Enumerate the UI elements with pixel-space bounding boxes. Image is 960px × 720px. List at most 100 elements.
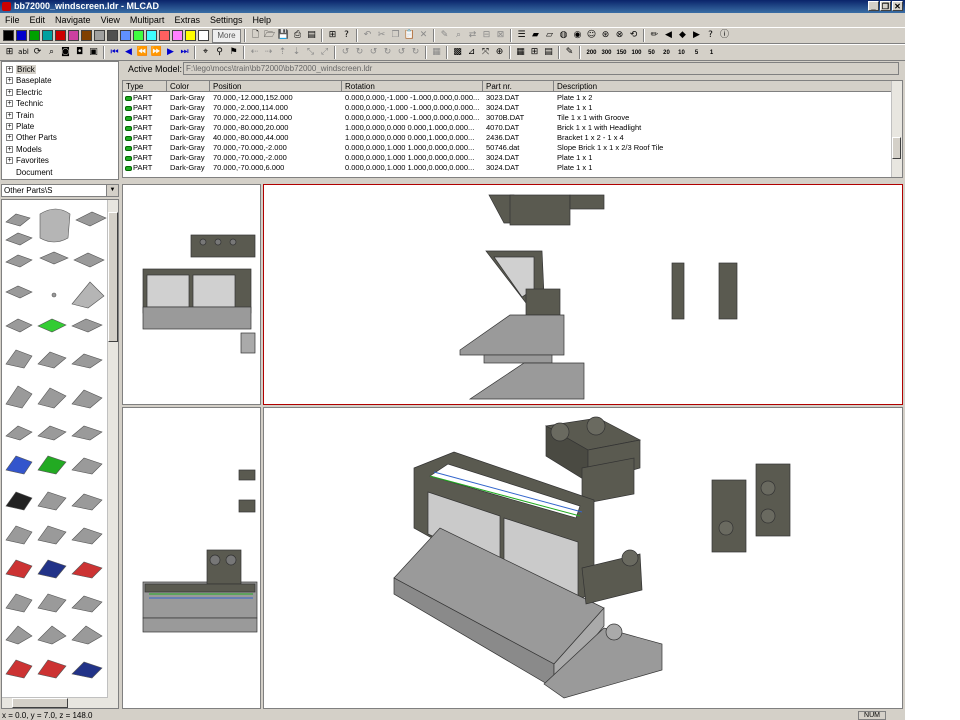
search-part-icon[interactable]: ⌕ xyxy=(452,29,465,42)
grid-fine-icon[interactable]: ▤ xyxy=(542,46,555,59)
palette-horizontal-scrollbar[interactable] xyxy=(2,697,108,708)
pencil-edit-icon[interactable]: ✎ xyxy=(563,46,576,59)
rotate-part-icon[interactable]: ⟳ xyxy=(31,46,44,59)
title-bar[interactable]: bb72000_windscreen.ldr - MLCAD _ ❐ ✕ xyxy=(0,0,905,13)
rewind-icon[interactable]: ⏪ xyxy=(136,46,149,59)
part-category-tree[interactable]: + Brick + Baseplate + Electric + Technic + Train +… xyxy=(1,61,119,180)
highlight-icon[interactable]: ◙ xyxy=(59,46,72,59)
open-folder-icon[interactable]: 🗁 xyxy=(263,29,276,42)
table-row[interactable]: PART Dark-Gray 70.000,-70.000,6.000 0.000,0… xyxy=(123,163,893,173)
part-filter-dropdown[interactable]: Other Parts\S ▼ xyxy=(1,184,119,197)
next-step-icon[interactable]: ▶ xyxy=(164,46,177,59)
render-mode-icon[interactable]: ▩ xyxy=(451,46,464,59)
close-button[interactable]: ✕ xyxy=(892,1,903,11)
part-palette[interactable] xyxy=(1,199,119,709)
rotation-step-10-button[interactable]: 10 xyxy=(674,50,689,56)
delete-icon[interactable]: ✕ xyxy=(417,29,430,42)
rotate-z-pos-icon[interactable]: ↻ xyxy=(409,46,422,59)
replace-part-icon[interactable]: ⇄ xyxy=(466,29,479,42)
grid-medium-icon[interactable]: ⊞ xyxy=(528,46,541,59)
tree-item-favorites[interactable]: + Favorites xyxy=(6,155,49,166)
color-swatch[interactable] xyxy=(107,30,118,41)
background-icon[interactable]: ⊗ xyxy=(613,29,626,42)
table-row[interactable]: PART Dark-Gray 40.000,-80.000,44.000 1.000,… xyxy=(123,133,893,143)
move-left-icon[interactable]: ⇠ xyxy=(248,46,261,59)
previous-step-icon[interactable]: ◀ xyxy=(122,46,135,59)
save-marker-icon[interactable]: ◉ xyxy=(571,29,584,42)
step-search-icon[interactable]: ⚲ xyxy=(213,46,226,59)
zoom-tool-icon[interactable]: ⊕ xyxy=(493,46,506,59)
color-swatch[interactable] xyxy=(29,30,40,41)
tree-item-baseplate[interactable]: + Baseplate xyxy=(6,75,52,86)
menu-navigate[interactable]: Navigate xyxy=(50,15,96,25)
paste-icon[interactable]: 📋 xyxy=(403,29,416,42)
rotate-x-pos-icon[interactable]: ↻ xyxy=(353,46,366,59)
color-swatch[interactable] xyxy=(3,30,14,41)
menu-settings[interactable]: Settings xyxy=(205,15,248,25)
color-swatch[interactable] xyxy=(120,30,131,41)
undo-icon[interactable]: ↶ xyxy=(361,29,374,42)
color-swatch[interactable] xyxy=(185,30,196,41)
binoculars-icon[interactable]: ⌖ xyxy=(199,46,212,59)
new-file-icon[interactable]: 🗋 xyxy=(249,29,262,42)
column-rotation[interactable]: Rotation xyxy=(342,81,483,92)
column-position[interactable]: Position xyxy=(210,81,342,92)
zoom-fit-icon[interactable]: ⤧ xyxy=(479,46,492,59)
info-icon[interactable]: ⓘ xyxy=(718,29,731,42)
expand-plus-icon[interactable]: + xyxy=(6,123,13,130)
palette-scroll-thumb[interactable] xyxy=(108,212,118,342)
chevron-down-icon[interactable]: ▼ xyxy=(106,185,118,196)
palette-vertical-scrollbar[interactable] xyxy=(107,200,118,708)
step-icon[interactable]: ▰ xyxy=(529,29,542,42)
expand-plus-icon[interactable]: + xyxy=(6,145,13,153)
active-model-field[interactable]: F:\lego\mocs\train\bb72000\bb72000_winds… xyxy=(183,62,899,75)
more-colors-button[interactable]: More xyxy=(212,28,241,43)
table-row[interactable]: PART Dark-Gray 70.000,-70.000,-2.000 0.000,… xyxy=(123,143,893,153)
color-swatch[interactable] xyxy=(133,30,144,41)
tree-item-technic[interactable]: + Technic xyxy=(6,98,43,109)
menu-view[interactable]: View xyxy=(96,15,125,25)
arrow-right-icon[interactable]: ▶ xyxy=(690,29,703,42)
menu-file[interactable]: File xyxy=(0,15,25,25)
table-row[interactable]: PART Dark-Gray 70.000,-70.000,-2.000 0.000,… xyxy=(123,153,893,163)
color-swatch[interactable] xyxy=(146,30,157,41)
column-color[interactable]: Color xyxy=(167,81,210,92)
rotation-step-icon[interactable]: ⟲ xyxy=(627,29,640,42)
expand-plus-icon[interactable]: + xyxy=(6,111,13,119)
ungroup-icon[interactable]: ⊠ xyxy=(494,29,507,42)
rotate-y-neg-icon[interactable]: ↺ xyxy=(367,46,380,59)
comment-icon[interactable]: ☰ xyxy=(515,29,528,42)
app-icon[interactable] xyxy=(2,2,11,11)
move-right-icon[interactable]: ⇢ xyxy=(262,46,275,59)
copy-icon[interactable]: ❐ xyxy=(389,29,402,42)
color-swatch[interactable] xyxy=(81,30,92,41)
expand-plus-icon[interactable]: + xyxy=(6,100,13,108)
restore-button[interactable]: ❐ xyxy=(880,1,891,11)
expand-plus-icon[interactable]: + xyxy=(6,88,13,96)
menu-extras[interactable]: Extras xyxy=(169,15,205,25)
rotation-step-5-button[interactable]: 5 xyxy=(689,50,704,56)
color-swatch[interactable] xyxy=(16,30,27,41)
edit-part-icon[interactable]: ✎ xyxy=(438,29,451,42)
table-row[interactable]: PART Dark-Gray 70.000,-12.000,152.000 0.000… xyxy=(123,93,893,103)
color-swatch[interactable] xyxy=(172,30,183,41)
abc-text-icon[interactable]: abl xyxy=(17,46,30,59)
print-icon[interactable]: ⎙ xyxy=(291,29,304,42)
color-swatch[interactable] xyxy=(94,30,105,41)
tree-item-electric[interactable]: + Electric xyxy=(6,87,42,98)
tree-item-plate[interactable]: + Plate xyxy=(6,121,34,132)
expand-plus-icon[interactable]: + xyxy=(6,77,13,85)
pencil-icon[interactable]: ✏ xyxy=(648,29,661,42)
move-up-icon[interactable]: ⇡ xyxy=(276,46,289,59)
cut-icon[interactable]: ✂ xyxy=(375,29,388,42)
model-properties-icon[interactable]: ⊞ xyxy=(326,29,339,42)
parts-list-scroll-thumb[interactable] xyxy=(892,137,901,159)
palette-hscroll-thumb[interactable] xyxy=(12,698,68,708)
parts-list[interactable]: Type Color Position Rotation Part nr. De… xyxy=(122,80,903,178)
color-swatch[interactable] xyxy=(198,30,209,41)
search-icon[interactable]: ⌕ xyxy=(45,46,58,59)
wireframe-icon[interactable]: ⊿ xyxy=(465,46,478,59)
expand-plus-icon[interactable]: + xyxy=(6,134,13,142)
rotation-step-100-button[interactable]: 100 xyxy=(629,50,644,56)
rotate-x-neg-icon[interactable]: ↺ xyxy=(339,46,352,59)
